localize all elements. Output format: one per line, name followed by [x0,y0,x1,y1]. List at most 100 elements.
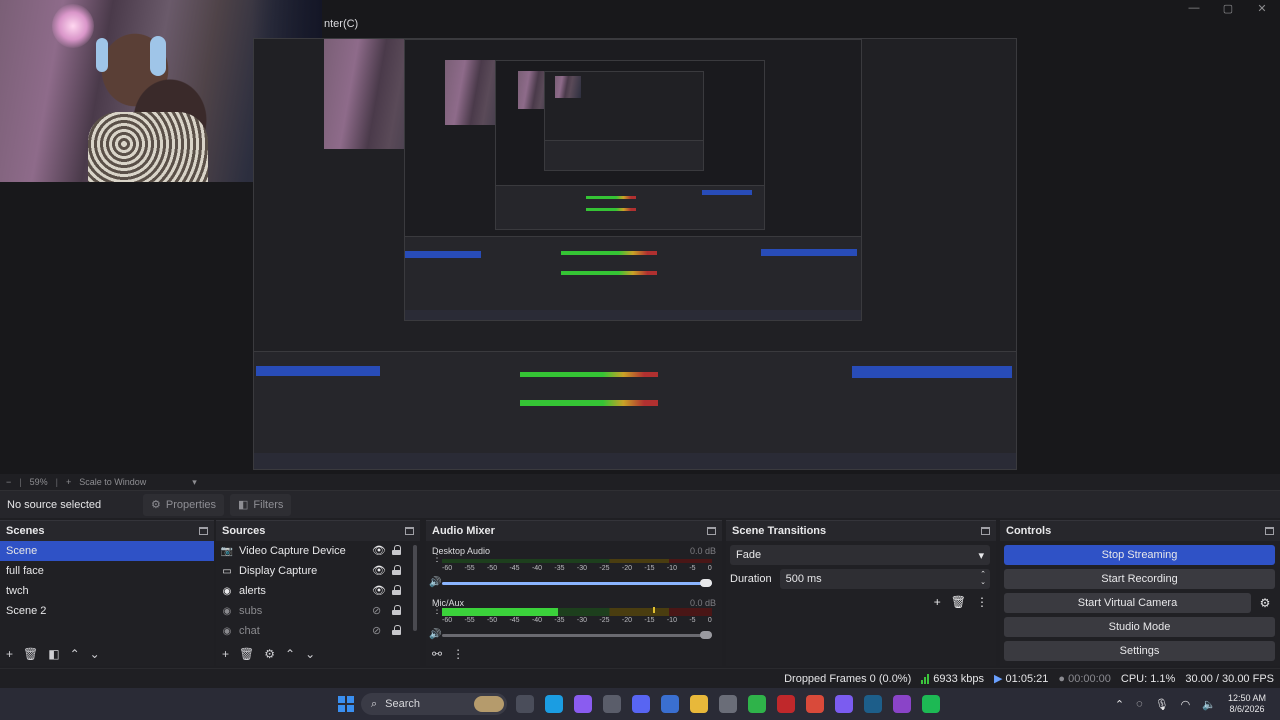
settings-button[interactable]: Settings [1004,641,1275,661]
stop-streaming-button[interactable]: Stop Streaming [1004,545,1275,565]
gear-icon[interactable]: ⚙ [264,647,275,661]
eye-icon[interactable]: 👁 [372,544,386,557]
volume-slider[interactable] [442,631,712,639]
properties-button[interactable]: ⚙ Properties [143,493,225,516]
speaker-icon[interactable]: 🔈 [1202,698,1216,711]
preview-canvas[interactable]: nter(C) — ▢ ✕ [0,0,1280,474]
start-recording-button[interactable]: Start Recording [1004,569,1275,589]
scale-mode-select[interactable]: Scale to Window [79,477,146,487]
add-source-icon[interactable]: + [222,647,229,661]
eye-icon[interactable]: 👁 [372,564,386,577]
kebab-menu-icon[interactable]: ⋮ [976,595,988,609]
windows-start-icon[interactable] [338,696,354,712]
kebab-menu-icon[interactable]: ⋮ [432,554,442,564]
zoom-in-button[interactable]: + [66,477,71,487]
undock-icon[interactable] [405,527,414,535]
taskbar-clock[interactable]: 12:50 AM 8/6/2026 [1228,693,1266,715]
app-icon[interactable] [603,695,621,713]
source-item[interactable]: ◉ chat ⊘ [216,621,420,641]
eye-hidden-icon[interactable]: ⊘ [372,624,381,637]
chevron-up-icon[interactable]: ⌃ [1115,698,1124,711]
lock-icon[interactable] [392,565,401,575]
microphone-icon[interactable]: 🎙 [1155,698,1169,711]
transition-value: Fade [736,549,762,561]
undock-icon[interactable] [199,527,208,535]
speaker-icon[interactable]: 🔊 [429,577,441,588]
kebab-menu-icon[interactable]: ⋮ [452,647,464,661]
steam-icon[interactable] [864,695,882,713]
source-item[interactable]: ▭ Display Capture 👁 [216,561,420,581]
scene-item[interactable]: twch [0,581,214,601]
lock-icon[interactable] [392,545,401,555]
chevron-up-icon[interactable]: ⌃ [70,647,80,661]
record-time: ● 00:00:00 [1058,673,1111,685]
scene-item[interactable]: full face [0,561,214,581]
source-item[interactable]: 📷 Video Capture Device 👁 [216,541,420,561]
chevron-down-icon[interactable]: ▾ [192,477,197,488]
start-virtual-camera-button[interactable]: Start Virtual Camera [1004,593,1251,613]
scene-item[interactable]: Scene 2 [0,601,214,621]
scenes-dock-title: Scenes [0,521,214,541]
app-icon[interactable] [893,695,911,713]
edge-icon[interactable] [545,695,563,713]
sources-dock: Sources 📷 Video Capture Device 👁 ▭ Displ… [216,520,420,666]
chevron-down-icon: ▾ [978,549,984,562]
undock-icon[interactable] [707,527,716,535]
add-scene-icon[interactable]: + [6,647,13,661]
meter-tick-label: -55 [464,617,475,624]
eye-hidden-icon[interactable]: ⊘ [372,604,381,617]
messenger-icon[interactable] [835,695,853,713]
minimize-icon[interactable]: — [1186,2,1202,15]
transition-select[interactable]: Fade ▾ [730,545,990,565]
spin-arrows-icon[interactable]: ⌃ ⌄ [980,571,986,587]
copilot-icon[interactable] [574,695,592,713]
audio-mixer-dock-title: Audio Mixer [426,521,722,541]
mixer-toolbar: ⚯ ⋮ [426,642,722,666]
xbox-icon[interactable] [748,695,766,713]
scene-item[interactable]: Scene [0,541,214,561]
discord-icon[interactable] [632,695,650,713]
undock-icon[interactable] [1265,527,1274,535]
lock-icon[interactable] [392,625,401,635]
eye-icon[interactable]: 👁 [372,584,386,597]
kebab-menu-icon[interactable]: ⋮ [432,606,442,616]
link-icon[interactable]: ⚯ [432,647,442,661]
trash-icon[interactable]: 🗑 [951,595,966,609]
tray-app-icon[interactable]: ◌ [1136,698,1143,710]
duration-spinbox[interactable]: 500 ms ⌃ ⌄ [779,569,990,589]
sources-scrollbar[interactable] [413,545,417,631]
spotify-icon[interactable] [922,695,940,713]
speaker-muted-icon[interactable]: 🔊 [429,629,441,640]
maximize-icon[interactable]: ▢ [1220,2,1236,15]
trash-icon[interactable]: 🗑 [23,647,38,661]
display-capture-mirror [253,38,1017,470]
undock-icon[interactable] [981,527,990,535]
filters-button[interactable]: ◧ Filters [230,493,292,516]
app-icon[interactable] [719,695,737,713]
close-icon[interactable]: ✕ [1254,2,1270,15]
gear-icon[interactable]: ⚙ [1255,593,1275,613]
filter-icon[interactable]: ◧ [48,647,59,661]
taskbar-search[interactable]: ⌕ Search [361,693,507,715]
lock-icon[interactable] [392,605,401,615]
chrome-icon[interactable] [806,695,824,713]
wifi-icon[interactable]: ◠ [1181,698,1191,711]
source-label: subs [239,605,263,617]
chevron-down-icon[interactable]: ⌄ [305,647,315,661]
chevron-up-icon[interactable]: ⌃ [285,647,295,661]
chevron-down-icon[interactable]: ⌄ [90,647,100,661]
window-controls[interactable]: — ▢ ✕ [1186,2,1270,15]
volume-slider[interactable] [442,579,712,587]
lock-icon[interactable] [392,585,401,595]
source-item[interactable]: ◉ alerts 👁 [216,581,420,601]
fps: 30.00 / 30.00 FPS [1185,672,1274,685]
folder-icon[interactable] [690,695,708,713]
add-icon[interactable]: + [934,595,941,609]
studio-mode-button[interactable]: Studio Mode [1004,617,1275,637]
obs-icon[interactable] [777,695,795,713]
file-explorer-icon[interactable] [516,695,534,713]
trash-icon[interactable]: 🗑 [239,647,254,661]
source-item[interactable]: ◉ subs ⊘ [216,601,420,621]
zoom-out-button[interactable]: − [6,477,11,487]
store-icon[interactable] [661,695,679,713]
